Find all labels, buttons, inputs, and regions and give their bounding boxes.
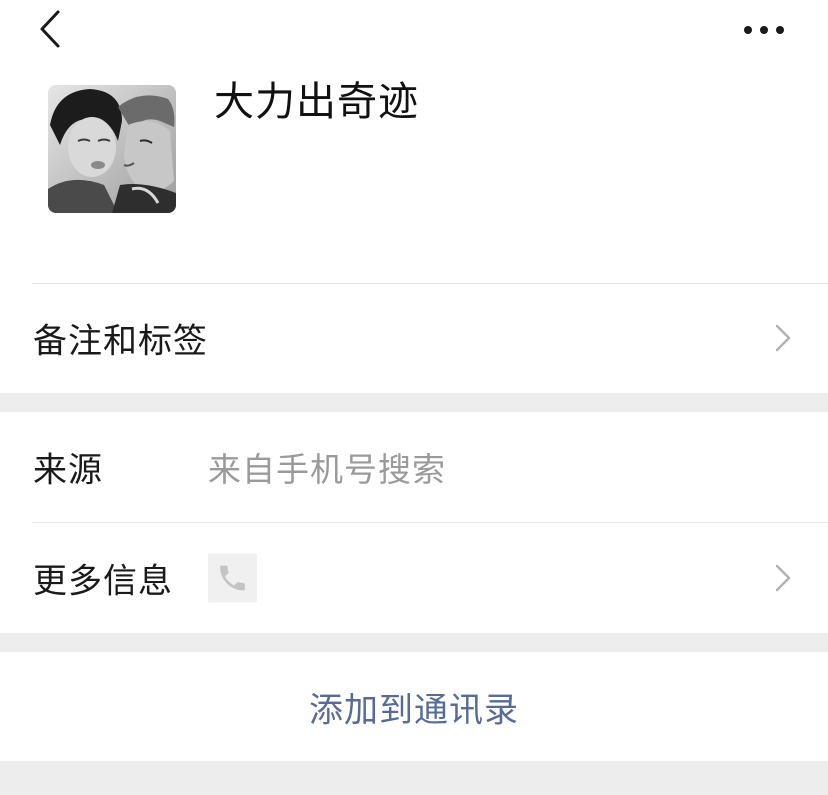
chevron-right-icon xyxy=(775,324,791,352)
avatar[interactable] xyxy=(48,85,176,213)
add-to-contacts-button[interactable]: 添加到通讯录 xyxy=(0,652,828,761)
chevron-left-icon xyxy=(40,10,60,48)
source-row: 来源 来自手机号搜索 xyxy=(0,412,828,522)
back-button[interactable] xyxy=(32,8,72,52)
phone-icon xyxy=(220,565,245,591)
nickname: 大力出奇迹 xyxy=(214,79,419,125)
source-label: 来源 xyxy=(33,450,103,491)
chevron-right-icon xyxy=(775,564,791,592)
more-info-label: 更多信息 xyxy=(33,561,173,602)
avatar-image xyxy=(48,85,176,213)
remark-tags-label: 备注和标签 xyxy=(33,321,208,362)
info-section: 来源 来自手机号搜索 更多信息 xyxy=(0,412,828,633)
more-info-row[interactable]: 更多信息 xyxy=(0,523,828,633)
more-horizontal-icon xyxy=(744,26,784,34)
action-section: 添加到通讯录 xyxy=(0,652,828,761)
phone-icon-box xyxy=(208,553,257,603)
remark-tags-row[interactable]: 备注和标签 xyxy=(0,283,828,393)
profile-header: 大力出奇迹 备注和标签 xyxy=(0,0,828,393)
source-value: 来自手机号搜索 xyxy=(208,450,446,489)
more-button[interactable] xyxy=(738,10,792,46)
add-to-contacts-label: 添加到通讯录 xyxy=(309,690,519,730)
